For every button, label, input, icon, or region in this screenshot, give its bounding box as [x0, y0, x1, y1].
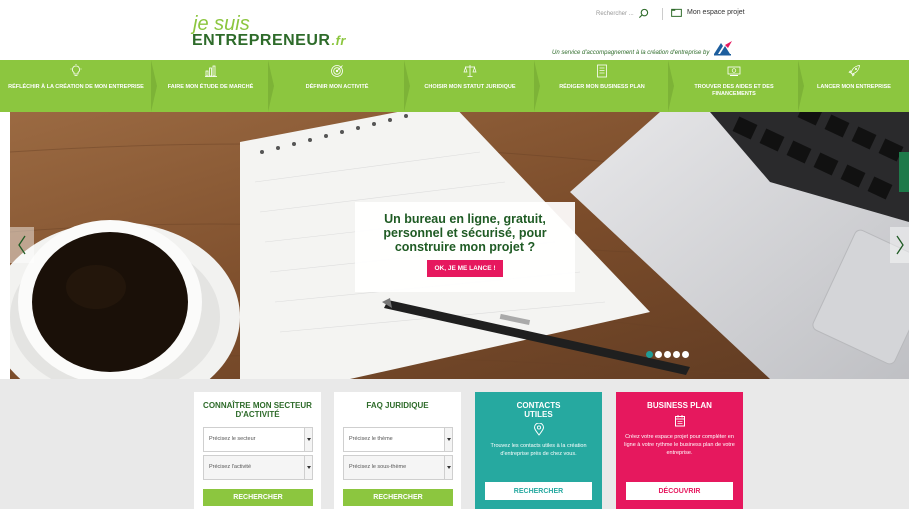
nav-label: DÉFINIR MON ACTIVITÉ	[305, 84, 369, 90]
slider-dot[interactable]	[646, 351, 653, 358]
service-text: Un service d'accompagnement à la créatio…	[552, 50, 710, 56]
money-icon	[727, 66, 741, 76]
tools-section: CONNAÎTRE MON SECTEUR D'ACTIVITÉ Précise…	[0, 379, 909, 509]
hero-title: Un bureau en ligne, gratuit, personnel e…	[383, 212, 547, 254]
header: je suis ENTREPRENEUR.fr Rechercher ... M…	[0, 0, 909, 60]
slider-dot[interactable]	[682, 351, 689, 358]
calendar-icon	[674, 415, 685, 427]
search-icon[interactable]	[638, 8, 649, 19]
card-description: Créez votre espace projet pour compléter…	[624, 434, 735, 456]
hero-slider: Un bureau en ligne, gratuit, personnel e…	[10, 112, 909, 379]
espace-projet-link[interactable]: Mon espace projet	[671, 8, 745, 17]
nav-item-aides-financements[interactable]: TROUVER DES AIDES ET DES FINANCEMENTS	[668, 60, 799, 112]
rocket-icon	[848, 65, 860, 77]
search-box[interactable]: Rechercher ...	[596, 8, 649, 19]
card-title: CONNAÎTRE MON SECTEUR D'ACTIVITÉ	[203, 401, 312, 419]
slider-dot[interactable]	[664, 351, 671, 358]
service-tagline: Un service d'accompagnement à la créatio…	[552, 40, 734, 56]
scales-icon	[463, 65, 477, 77]
sous-theme-select[interactable]: Précisez le sous-thème	[343, 455, 453, 480]
credit-agricole-logo[interactable]	[712, 40, 734, 56]
secteur-select[interactable]: Précisez le secteur	[203, 427, 313, 452]
nav-label: FAIRE MON ÉTUDE DE MARCHÉ	[167, 84, 254, 90]
site-logo[interactable]: je suis ENTREPRENEUR.fr	[192, 14, 346, 49]
card-business-plan: BUSINESS PLAN Créez votre espace projet …	[616, 392, 743, 509]
sous-theme-select-value: Précisez le sous-thème	[349, 464, 407, 470]
nav-label: RÉDIGER MON BUSINESS PLAN	[559, 84, 645, 90]
chevron-down-icon	[444, 428, 452, 451]
chevron-down-icon	[444, 456, 452, 479]
secteur-select-value: Précisez le secteur	[209, 436, 256, 442]
slider-prev-button[interactable]	[10, 227, 34, 263]
nav-label: CHOISIR MON STATUT JURIDIQUE	[424, 84, 516, 90]
slider-next-button[interactable]	[890, 227, 909, 263]
card-title: FAQ JURIDIQUE	[366, 401, 429, 410]
page: je suis ENTREPRENEUR.fr Rechercher ... M…	[0, 0, 909, 509]
target-icon	[331, 65, 343, 77]
chevron-down-icon	[304, 456, 312, 479]
chevron-down-icon	[304, 428, 312, 451]
logo-name: ENTREPRENEUR	[192, 32, 331, 49]
logo-line2: ENTREPRENEUR.fr	[192, 33, 346, 49]
header-separator	[662, 8, 663, 20]
location-pin-icon	[533, 423, 544, 436]
lightbulb-icon	[70, 64, 82, 76]
nav-label: TROUVER DES AIDES ET DES FINANCEMENTS	[694, 84, 774, 97]
theme-select-value: Précisez le thème	[349, 436, 393, 442]
card-secteur-activite: CONNAÎTRE MON SECTEUR D'ACTIVITÉ Précise…	[194, 392, 321, 509]
theme-select[interactable]: Précisez le thème	[343, 427, 453, 452]
folder-icon	[671, 8, 682, 17]
nav-item-etude-marche[interactable]: FAIRE MON ÉTUDE DE MARCHÉ	[151, 60, 269, 112]
document-icon	[597, 64, 607, 78]
nav-label: RÉFLÉCHIR À LA CRÉATION DE MON ENTREPRIS…	[8, 84, 144, 90]
card-description: Trouvez les contacts utiles à la créatio…	[490, 443, 587, 457]
slider-dots	[646, 351, 689, 358]
nav-item-statut-juridique[interactable]: CHOISIR MON STATUT JURIDIQUE	[404, 60, 535, 112]
nav-item-business-plan[interactable]: RÉDIGER MON BUSINESS PLAN	[534, 60, 669, 112]
logo-suffix: .fr	[331, 33, 346, 48]
nav-item-lancer-entreprise[interactable]: LANCER MON ENTREPRISE	[798, 60, 909, 112]
secteur-search-button[interactable]: RECHERCHER	[203, 489, 313, 506]
nav-item-definir-activite[interactable]: DÉFINIR MON ACTIVITÉ	[268, 60, 405, 112]
contacts-search-button[interactable]: RECHERCHER	[485, 482, 592, 500]
chevron-right-icon	[895, 235, 904, 255]
logo-line1: je suis	[193, 13, 250, 35]
card-title: BUSINESS PLAN	[647, 401, 712, 410]
main-nav: RÉFLÉCHIR À LA CRÉATION DE MON ENTREPRIS…	[0, 60, 909, 112]
hero-cta-box: Un bureau en ligne, gratuit, personnel e…	[355, 202, 575, 292]
activite-select-value: Précisez l'activité	[209, 464, 252, 470]
slider-dot[interactable]	[673, 351, 680, 358]
nav-label: LANCER MON ENTREPRISE	[817, 84, 891, 90]
slider-dot[interactable]	[655, 351, 662, 358]
card-faq-juridique: FAQ JURIDIQUE Précisez le thème Précisez…	[334, 392, 461, 509]
espace-projet-label: Mon espace projet	[687, 9, 745, 16]
hero-cta-button[interactable]: OK, JE ME LANCE !	[427, 260, 503, 277]
business-plan-discover-button[interactable]: DÉCOUVRIR	[626, 482, 733, 500]
card-contacts-utiles: CONTACTS UTILES Trouvez les contacts uti…	[475, 392, 602, 509]
nav-item-reflechir[interactable]: RÉFLÉCHIR À LA CRÉATION DE MON ENTREPRIS…	[0, 60, 152, 112]
chevron-left-icon	[18, 235, 26, 255]
activite-select[interactable]: Précisez l'activité	[203, 455, 313, 480]
bar-chart-icon	[204, 65, 217, 77]
search-input[interactable]: Rechercher ...	[596, 11, 634, 17]
faq-search-button[interactable]: RECHERCHER	[343, 489, 453, 506]
card-title: CONTACTS UTILES	[516, 401, 561, 419]
